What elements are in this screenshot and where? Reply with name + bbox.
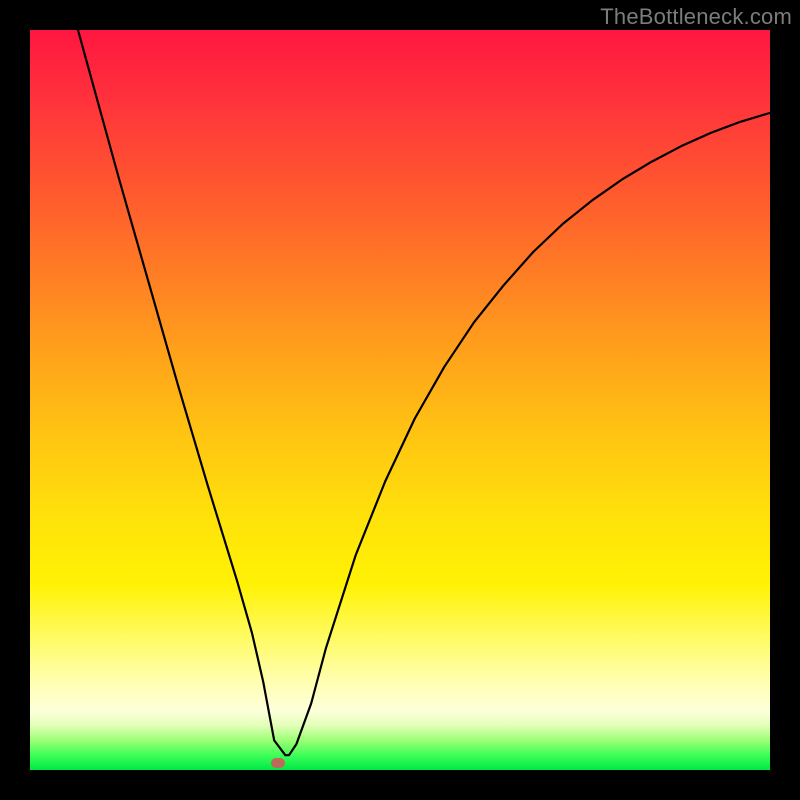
chart-frame: TheBottleneck.com [0,0,800,800]
optimal-point-marker [271,758,285,768]
plot-area [30,30,770,770]
bottleneck-curve [30,30,770,770]
watermark-text: TheBottleneck.com [600,4,792,30]
